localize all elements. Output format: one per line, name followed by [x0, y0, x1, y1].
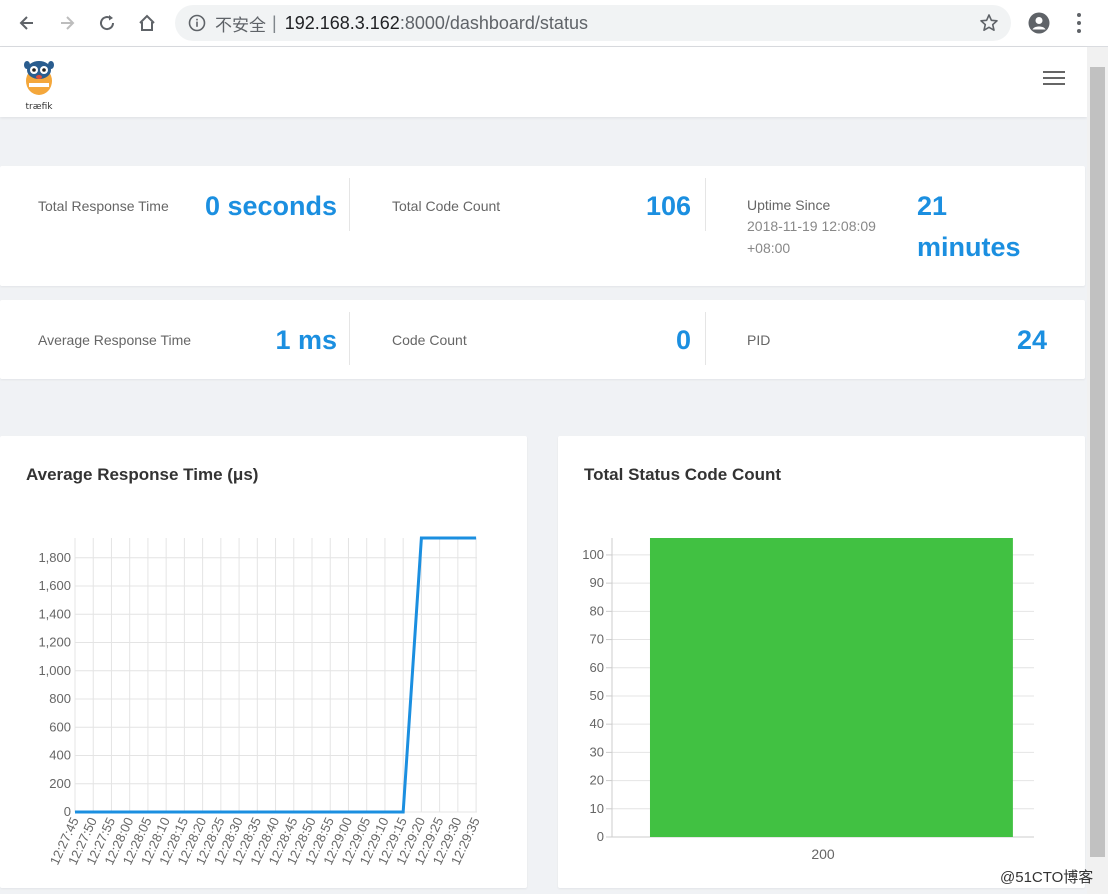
logo-text: træfik	[25, 102, 53, 112]
y-tick-label: 1,800	[38, 550, 71, 565]
y-tick-label: 30	[590, 744, 604, 759]
info-icon[interactable]	[188, 14, 206, 32]
traefik-logo[interactable]: træfik	[20, 57, 58, 112]
bar	[649, 538, 1013, 837]
y-tick-label: 1,400	[38, 606, 71, 621]
average-response-time-value: 1 ms	[275, 325, 337, 355]
forward-icon[interactable]	[47, 3, 87, 43]
y-tick-label: 400	[49, 748, 71, 763]
y-tick-label: 90	[590, 575, 604, 590]
pid-value: 24	[1016, 325, 1047, 355]
y-tick-label: 1,600	[38, 578, 71, 593]
y-tick-label: 600	[49, 719, 71, 734]
stats-card-top: Total Response Time 0 seconds Total Code…	[0, 166, 1085, 286]
code-count-label: Code Count	[392, 332, 467, 348]
average-response-time-label: Average Response Time	[38, 332, 192, 348]
total-code-count-value: 106	[645, 191, 691, 221]
y-tick-label: 1,200	[38, 635, 71, 650]
uptime-timezone: +08:00	[747, 240, 791, 256]
code-count-value: 0	[675, 325, 691, 355]
url-text[interactable]: 192.168.3.162:8000/dashboard/status	[285, 13, 588, 34]
y-tick-label: 40	[590, 716, 604, 731]
uptime-date: 2018-11-19 12:08:09	[747, 218, 876, 234]
divider	[349, 312, 350, 365]
url-path: :8000/dashboard/status	[399, 12, 588, 33]
x-tick-label: 200	[811, 846, 835, 862]
divider	[705, 312, 706, 365]
app-header: træfik	[0, 47, 1087, 117]
more-menu-icon[interactable]	[1072, 12, 1086, 34]
y-tick-label: 100	[582, 547, 604, 562]
divider	[705, 178, 706, 231]
y-tick-label: 70	[590, 632, 604, 647]
scrollbar[interactable]	[1087, 47, 1108, 894]
traefik-mascot-icon	[24, 61, 54, 95]
total-code-count-label: Total Code Count	[392, 198, 501, 214]
uptime-since-label: Uptime Since	[747, 197, 831, 213]
pid-label: PID	[747, 332, 771, 348]
omnibox-separator: |	[272, 12, 277, 33]
watermark: @51CTO博客	[1000, 869, 1094, 886]
scrollbar-thumb[interactable]	[1090, 67, 1105, 857]
status-code-count-chart-card: Total Status Code Count 0 10 20 30 40 50 60 70 8…	[558, 436, 1085, 888]
total-response-time-value: 0 seconds	[204, 191, 337, 221]
account-icon[interactable]	[1028, 12, 1050, 34]
y-tick-label: 0	[597, 829, 604, 844]
hamburger-menu-icon[interactable]	[1043, 71, 1065, 89]
y-tick-label: 20	[590, 773, 604, 788]
security-label: 不安全	[215, 15, 266, 35]
line-chart: 02004006008001,0001,2001,4001,6001,80012…	[38, 536, 483, 867]
y-tick-label: 50	[590, 688, 604, 703]
url-host: 192.168.3.162	[284, 12, 400, 33]
reload-icon[interactable]	[87, 3, 127, 43]
y-tick-label: 80	[590, 603, 604, 618]
y-tick-label: 800	[49, 691, 71, 706]
home-icon[interactable]	[127, 3, 167, 43]
browser-toolbar: 不安全 | 192.168.3.162:8000/dashboard/statu…	[0, 0, 1108, 47]
total-response-time-label: Total Response Time	[38, 198, 169, 214]
bookmark-star-icon[interactable]	[979, 13, 999, 33]
y-tick-label: 1,000	[38, 663, 71, 678]
stats-card-bottom: Average Response Time 1 ms Code Count 0 …	[0, 300, 1085, 379]
uptime-value-number: 21	[917, 191, 948, 221]
address-bar[interactable]: 不安全 | 192.168.3.162:8000/dashboard/statu…	[175, 5, 1011, 41]
y-tick-label: 200	[49, 776, 71, 791]
back-icon[interactable]	[7, 3, 47, 43]
avg-response-time-chart-card: Average Response Time (μs) 0 200 400 600 800…	[0, 436, 527, 888]
y-tick-label: 10	[590, 801, 604, 816]
y-tick-label: 60	[590, 660, 604, 675]
uptime-value-unit: minutes	[917, 232, 1021, 262]
divider	[349, 178, 350, 231]
bar-chart: 0 10 20 30 40 50 60 70 80 90 100 200	[582, 538, 1034, 862]
